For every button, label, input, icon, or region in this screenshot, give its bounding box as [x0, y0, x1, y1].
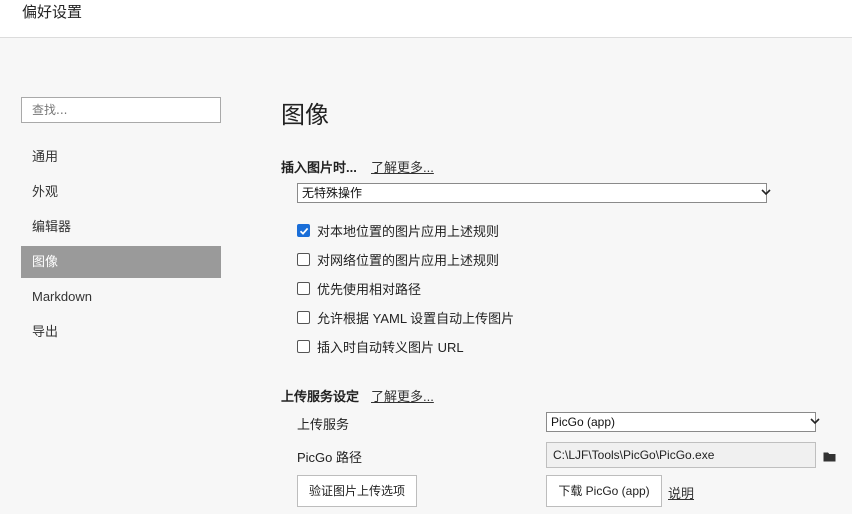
sidebar-item-markdown[interactable]: Markdown: [21, 281, 221, 313]
checkbox-icon[interactable]: [297, 310, 310, 324]
search-input[interactable]: [21, 97, 221, 123]
checkbox-checked-icon[interactable]: [297, 223, 310, 237]
option-yaml-upload[interactable]: 允许根据 YAML 设置自动上传图片: [297, 308, 514, 326]
option-label: 对网络位置的图片应用上述规则: [317, 252, 500, 268]
sidebar-item-appearance[interactable]: 外观: [21, 176, 221, 208]
sidebar-item-editor[interactable]: 编辑器: [21, 211, 221, 243]
title-bar: 偏好设置: [0, 0, 852, 38]
picgo-path-label: PicGo 路径: [297, 450, 363, 465]
verify-upload-button[interactable]: 验证图片上传选项: [297, 475, 417, 507]
checkbox-icon[interactable]: [297, 281, 310, 295]
page-title: 图像: [281, 101, 329, 129]
option-escape-url[interactable]: 插入时自动转义图片 URL: [297, 337, 464, 355]
window-title: 偏好设置: [22, 4, 83, 21]
insert-action-select[interactable]: 无特殊操作: [297, 183, 771, 203]
sidebar-nav: 通用 外观 编辑器 图像 Markdown 导出: [21, 141, 221, 351]
upload-service-select-value: PicGo (app): [551, 415, 616, 429]
insert-action-select-value: 无特殊操作: [302, 186, 363, 200]
folder-icon[interactable]: [823, 449, 836, 467]
sidebar-item-general[interactable]: 通用: [21, 141, 221, 173]
sidebar-item-image[interactable]: 图像: [21, 246, 221, 278]
sidebar-item-export[interactable]: 导出: [21, 316, 221, 348]
upload-service-label: 上传服务设定: [281, 389, 360, 404]
option-apply-local[interactable]: 对本地位置的图片应用上述规则: [297, 221, 499, 239]
option-apply-network[interactable]: 对网络位置的图片应用上述规则: [297, 250, 499, 268]
option-label: 优先使用相对路径: [317, 281, 422, 297]
insert-image-label: 插入图片时...: [281, 160, 357, 175]
option-label: 插入时自动转义图片 URL: [317, 339, 464, 355]
upload-service-select[interactable]: PicGo (app): [546, 412, 820, 432]
insert-learn-more-link[interactable]: 了解更多...: [371, 157, 434, 176]
checkbox-icon[interactable]: [297, 252, 310, 266]
download-picgo-button[interactable]: 下载 PicGo (app): [546, 475, 662, 507]
help-link[interactable]: 说明: [668, 483, 694, 502]
picgo-path-input[interactable]: C:\LJF\Tools\PicGo\PicGo.exe: [546, 442, 816, 468]
checkbox-icon[interactable]: [297, 339, 310, 353]
upload-service-row-label: 上传服务: [297, 417, 350, 432]
option-relative-path[interactable]: 优先使用相对路径: [297, 279, 421, 297]
option-label: 对本地位置的图片应用上述规则: [317, 223, 500, 239]
option-label: 允许根据 YAML 设置自动上传图片: [317, 310, 515, 326]
upload-learn-more-link[interactable]: 了解更多...: [371, 386, 434, 405]
